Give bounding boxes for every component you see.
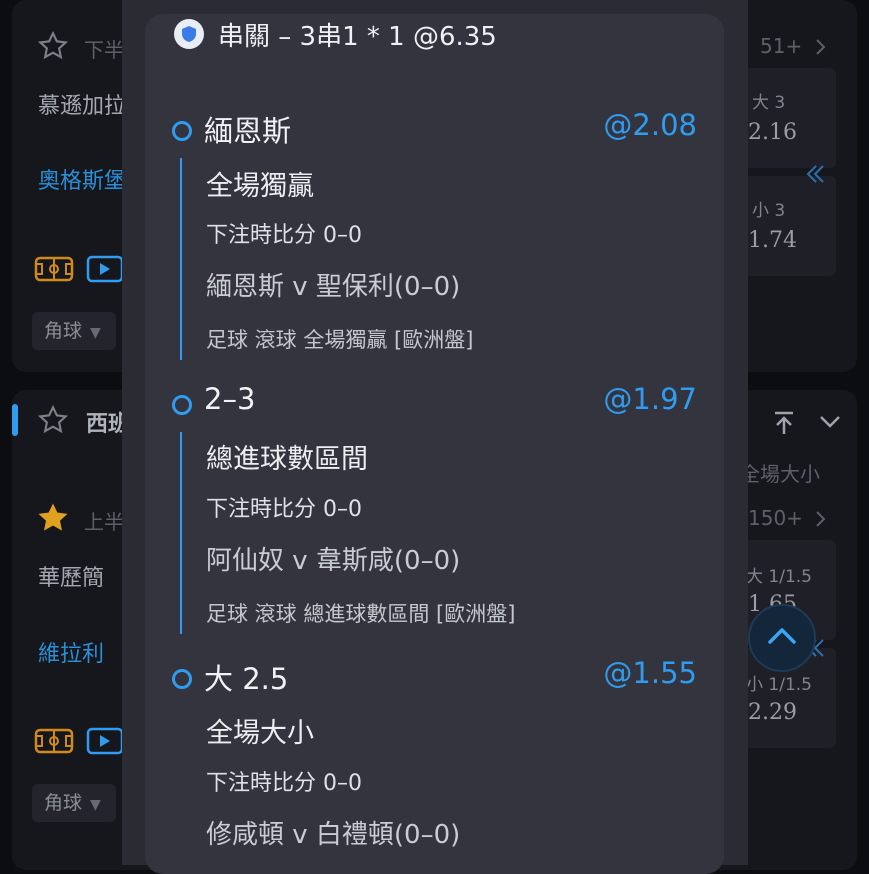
odds-over-button[interactable] <box>740 68 836 168</box>
bet-header: 串關 – 3串1 * 1 @6.35 <box>174 16 497 52</box>
leg-marker <box>172 669 192 689</box>
star-outline-icon[interactable] <box>36 404 70 440</box>
odds-under-value: 2.29 <box>748 700 797 725</box>
card1-team-b[interactable]: 奧格斯堡 <box>38 163 126 195</box>
chevron-up-icon <box>767 626 797 650</box>
scroll-to-top-button[interactable] <box>748 604 816 672</box>
leg-marker <box>172 395 192 415</box>
leg-selection: 2–3 <box>204 382 256 416</box>
bet-title: 串關 – 3串1 * 1 @6.35 <box>218 21 497 52</box>
card1-team-a: 慕遜加拉 <box>38 94 127 119</box>
odds-under-button[interactable] <box>740 176 836 276</box>
chevron-down-icon[interactable] <box>818 414 842 434</box>
leg-selection: 大 2.5 <box>204 662 289 696</box>
stadium-icon[interactable] <box>34 254 74 288</box>
card2-market-select[interactable]: 角球 ▼ <box>32 784 116 822</box>
odds-under-value: 1.74 <box>748 228 797 253</box>
leg-connector <box>180 432 182 634</box>
leg-match: 修咸頓 v 白禮頓(0–0) <box>206 820 461 850</box>
star-outline-icon[interactable] <box>36 30 70 66</box>
video-icon[interactable] <box>86 254 124 288</box>
odds-over-label: 大 1/1.5 <box>746 567 812 587</box>
card2-team-b[interactable]: 維拉利 <box>38 636 104 668</box>
leg-score: 下注時比分 0–0 <box>206 497 362 522</box>
selected-indicator <box>12 404 18 436</box>
card1-market-select[interactable]: 角球 ▼ <box>32 312 116 350</box>
odds-over-value: 2.16 <box>748 120 797 145</box>
card2-more-count[interactable]: 150+ <box>748 506 803 530</box>
card1-more-count[interactable]: 51+ <box>760 34 802 58</box>
chevron-right-icon[interactable] <box>814 38 826 60</box>
leg-odds: @1.97 <box>603 382 697 416</box>
card1-select-label: 角球 <box>44 320 83 342</box>
shield-icon <box>174 19 204 49</box>
chevron-down-icon: ▼ <box>90 797 101 813</box>
leg-market: 全場大小 <box>206 718 314 749</box>
video-icon[interactable] <box>86 726 124 760</box>
chevron-down-icon: ▼ <box>90 325 101 341</box>
leg-info: 足球 滾球 總進球數區間 [歐洲盤] <box>206 602 516 626</box>
leg-odds: @2.08 <box>603 108 697 142</box>
double-chevron-left-icon[interactable] <box>804 162 828 190</box>
odds-over-label: 大 3 <box>752 93 786 113</box>
leg-market: 總進球數區間 <box>206 444 368 475</box>
leg-score: 下注時比分 0–0 <box>206 771 362 796</box>
leg-info: 足球 滾球 全場獨贏 [歐洲盤] <box>206 328 474 352</box>
card2-market-title: 全場大小 <box>740 462 820 486</box>
leg-market: 全場獨贏 <box>206 171 314 202</box>
card1-half-label: 下半 <box>84 38 124 62</box>
odds-under-label: 小 3 <box>752 201 786 221</box>
card2-select-label: 角球 <box>44 792 83 814</box>
pin-top-icon[interactable] <box>772 410 796 440</box>
card2-team-a: 華歷簡 <box>38 566 105 591</box>
star-filled-icon[interactable] <box>36 502 70 538</box>
leg-connector <box>180 158 182 360</box>
chevron-right-icon[interactable] <box>814 510 826 532</box>
leg-selection: 緬恩斯 <box>204 114 292 148</box>
card2-half-label: 上半 <box>84 510 124 534</box>
leg-match: 阿仙奴 v 韋斯咸(0–0) <box>206 546 461 576</box>
stadium-icon[interactable] <box>34 726 74 760</box>
odds-under-label: 小 1/1.5 <box>746 675 812 695</box>
leg-marker <box>172 121 192 141</box>
leg-connector <box>180 706 182 866</box>
leg-odds: @1.55 <box>603 656 697 690</box>
leg-match: 緬恩斯 v 聖保利(0–0) <box>206 272 461 302</box>
leg-score: 下注時比分 0–0 <box>206 223 362 248</box>
